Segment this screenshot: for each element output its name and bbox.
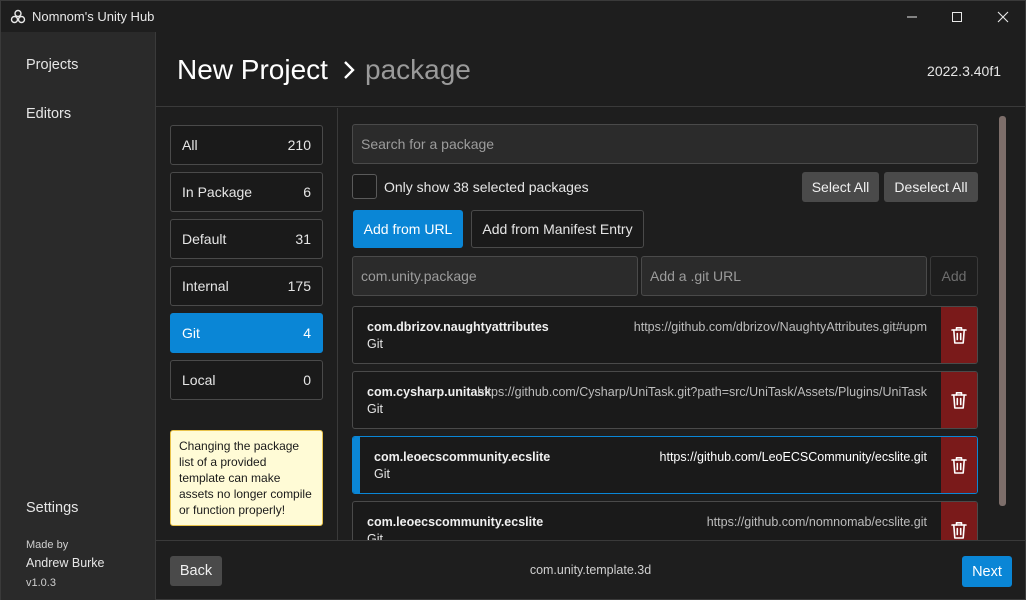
category-default[interactable]: Default 31 <box>170 219 323 259</box>
trash-icon <box>951 327 967 344</box>
author-name: Andrew Burke <box>26 556 105 570</box>
category-internal[interactable]: Internal 175 <box>170 266 323 306</box>
category-label: All <box>182 137 198 153</box>
category-count: 210 <box>287 137 311 153</box>
maximize-icon <box>952 11 962 22</box>
delete-package-button[interactable] <box>941 502 977 540</box>
category-count: 31 <box>295 231 311 247</box>
package-row[interactable]: com.dbrizov.naughtyattributes https://gi… <box>352 306 978 364</box>
trash-icon <box>951 392 967 409</box>
breadcrumb: package <box>365 54 471 85</box>
close-button[interactable] <box>980 1 1026 32</box>
package-panel: Only show 38 selected packages Select Al… <box>339 108 1025 540</box>
package-row[interactable]: com.leoecscommunity.ecslite https://gith… <box>352 501 978 540</box>
package-url: https://github.com/dbrizov/NaughtyAttrib… <box>633 320 927 334</box>
app-window: Nomnom's Unity Hub Projects Editors Sett… <box>0 0 1026 600</box>
highlight-accent-bar <box>353 437 360 493</box>
package-source: Git <box>374 467 390 481</box>
package-url: https://github.com/Cysharp/UniTask.git?p… <box>477 385 927 399</box>
package-source: Git <box>367 402 383 416</box>
next-button[interactable]: Next <box>962 556 1012 587</box>
package-row[interactable]: com.cysharp.unitask https://github.com/C… <box>352 371 978 429</box>
category-label: Internal <box>182 278 229 294</box>
category-in-package[interactable]: In Package 6 <box>170 172 323 212</box>
category-count: 6 <box>303 184 311 200</box>
close-icon <box>997 11 1009 22</box>
category-label: Local <box>182 372 216 388</box>
minimize-button[interactable] <box>889 1 935 32</box>
category-label: Git <box>182 325 200 341</box>
template-name: com.unity.template.3d <box>529 563 652 577</box>
package-url: https://github.com/nomnomab/ecslite.git <box>706 515 927 529</box>
git-url-input[interactable] <box>641 256 927 296</box>
page-title: New Project <box>177 54 328 85</box>
scrollbar-thumb[interactable] <box>999 116 1006 506</box>
category-label: Default <box>182 231 227 247</box>
category-count: 4 <box>303 325 311 341</box>
made-by-label: Made by <box>26 539 69 551</box>
package-name: com.leoecscommunity.ecslite <box>374 450 551 464</box>
footer-bar: Back com.unity.template.3d Next <box>156 540 1025 600</box>
sidebar-nav: Projects Editors Settings Made by Andrew… <box>1 32 156 600</box>
maximize-button[interactable] <box>934 1 980 32</box>
category-all[interactable]: All 210 <box>170 125 323 165</box>
select-all-button[interactable]: Select All <box>802 172 879 202</box>
minimize-icon <box>907 16 917 17</box>
category-count: 175 <box>287 278 311 294</box>
delete-package-button[interactable] <box>941 307 977 363</box>
package-url: https://github.com/LeoECSCommunity/ecsli… <box>659 450 927 464</box>
app-version: v1.0.3 <box>26 577 56 589</box>
delete-package-button[interactable] <box>941 437 977 493</box>
nav-item-editors[interactable]: Editors <box>26 106 71 122</box>
package-source: Git <box>367 337 383 351</box>
package-row-highlighted[interactable]: com.leoecscommunity.ecslite https://gith… <box>352 436 978 494</box>
chevron-right-icon <box>344 61 355 79</box>
category-git[interactable]: Git 4 <box>170 313 323 353</box>
title-bar: Nomnom's Unity Hub <box>1 1 1025 32</box>
nav-item-settings[interactable]: Settings <box>26 500 78 516</box>
window-title: Nomnom's Unity Hub <box>32 9 155 24</box>
deselect-all-button[interactable]: Deselect All <box>884 172 978 202</box>
category-sidebar: All 210 In Package 6 Default 31 Internal… <box>156 108 338 540</box>
nav-item-projects[interactable]: Projects <box>26 57 78 73</box>
unity-version-label: 2022.3.40f1 <box>927 63 1001 79</box>
app-logo-icon <box>10 9 26 24</box>
warning-message: Changing the package list of a provided … <box>170 430 323 526</box>
package-name: com.dbrizov.naughtyattributes <box>367 320 549 334</box>
page-header: New Project package 2022.3.40f1 <box>156 32 1025 107</box>
selected-only-label: Only show 38 selected packages <box>384 179 589 195</box>
package-name-input[interactable] <box>352 256 638 296</box>
tab-add-from-url[interactable]: Add from URL <box>353 210 463 248</box>
search-input[interactable] <box>352 124 978 164</box>
trash-icon <box>951 457 967 474</box>
delete-package-button[interactable] <box>941 372 977 428</box>
category-local[interactable]: Local 0 <box>170 360 323 400</box>
category-count: 0 <box>303 372 311 388</box>
package-source: Git <box>367 532 383 540</box>
package-name: com.leoecscommunity.ecslite <box>367 515 544 529</box>
tab-add-from-manifest[interactable]: Add from Manifest Entry <box>471 210 644 248</box>
selected-only-checkbox[interactable] <box>352 174 377 199</box>
add-button[interactable]: Add <box>930 256 978 296</box>
trash-icon <box>951 522 967 539</box>
package-name: com.cysharp.unitask <box>367 385 492 399</box>
category-label: In Package <box>182 184 253 200</box>
